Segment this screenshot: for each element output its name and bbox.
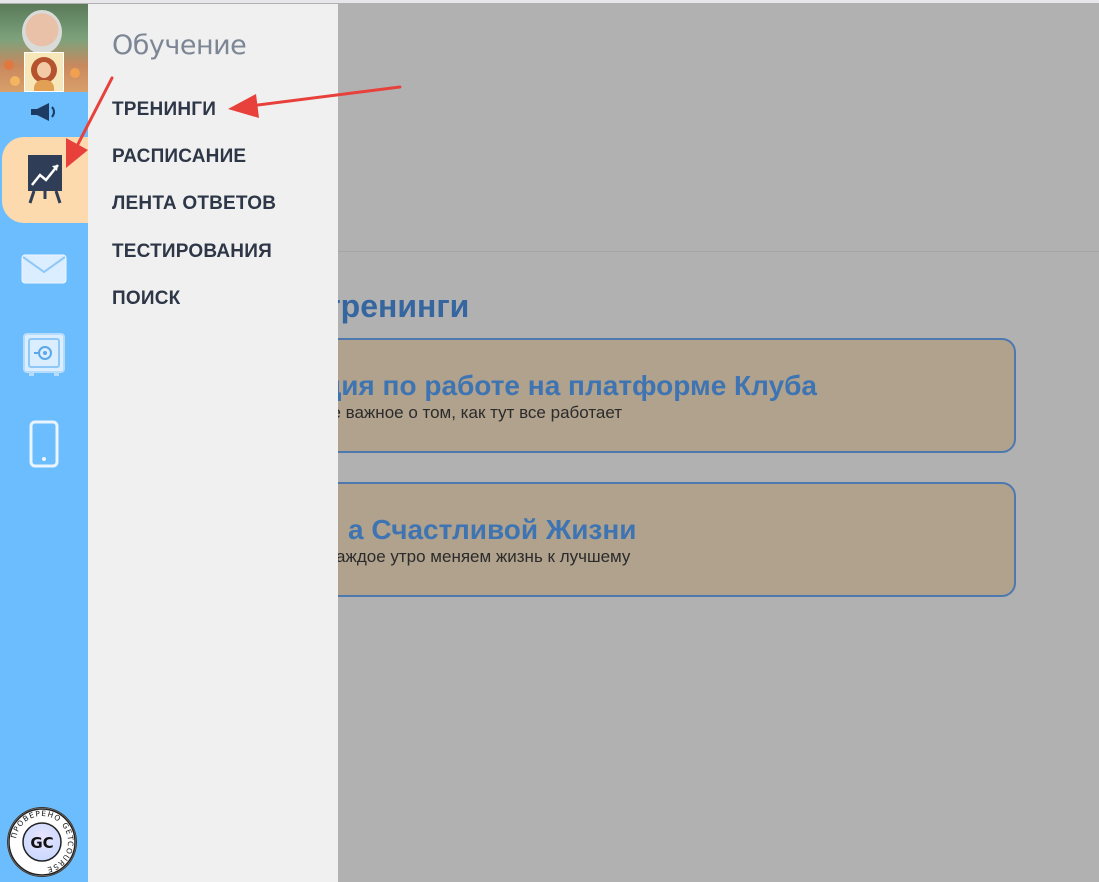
card-title: а Счастливой Жизни [348, 514, 637, 545]
mail-icon[interactable] [0, 249, 88, 289]
badge-initials: GC [30, 834, 53, 852]
section-title: тренинги [325, 288, 470, 324]
getcourse-verified-badge[interactable]: GC ПРОВЕРЕНО GETCOURSE [7, 807, 77, 877]
user-avatar-small[interactable] [24, 52, 64, 92]
safe-icon[interactable] [0, 330, 88, 380]
profile-avatar[interactable] [0, 4, 88, 92]
card-title: ция по работе на платформе Клуба [324, 370, 818, 401]
card-subtitle: ое важное о том, как тут все работает [322, 403, 623, 422]
menu-item-trainings[interactable]: ТРЕНИНГИ [112, 99, 216, 121]
menu-item-search[interactable]: ПОИСК [112, 288, 180, 310]
mobile-phone-icon[interactable] [0, 418, 88, 470]
avatar-photo [22, 10, 62, 54]
flower-decoration [70, 68, 80, 78]
header-divider [338, 251, 1099, 252]
top-border [0, 0, 1099, 3]
training-chart-icon[interactable] [2, 137, 88, 223]
flower-decoration [4, 60, 14, 70]
menu-item-schedule[interactable]: РАСПИСАНИЕ [112, 146, 246, 168]
megaphone-icon[interactable] [0, 100, 88, 124]
menu-item-answers-feed[interactable]: ЛЕНТА ОТВЕТОВ [112, 193, 276, 215]
menu-item-tests[interactable]: ТЕСТИРОВАНИЯ [112, 241, 272, 263]
card-subtitle: аждое утро меняем жизнь к лучшему [336, 547, 631, 566]
training-card[interactable]: а Счастливой Жизни аждое утро меняем жиз… [300, 482, 1016, 597]
training-menu-panel: Обучение ТРЕНИНГИ РАСПИСАНИЕ ЛЕНТА ОТВЕТ… [88, 4, 338, 882]
menu-title: Обучение [112, 30, 247, 61]
icon-sidebar: GC ПРОВЕРЕНО GETCOURSE [0, 4, 88, 882]
flower-decoration [10, 76, 20, 86]
training-card[interactable]: ция по работе на платформе Клуба ое важн… [300, 338, 1016, 453]
